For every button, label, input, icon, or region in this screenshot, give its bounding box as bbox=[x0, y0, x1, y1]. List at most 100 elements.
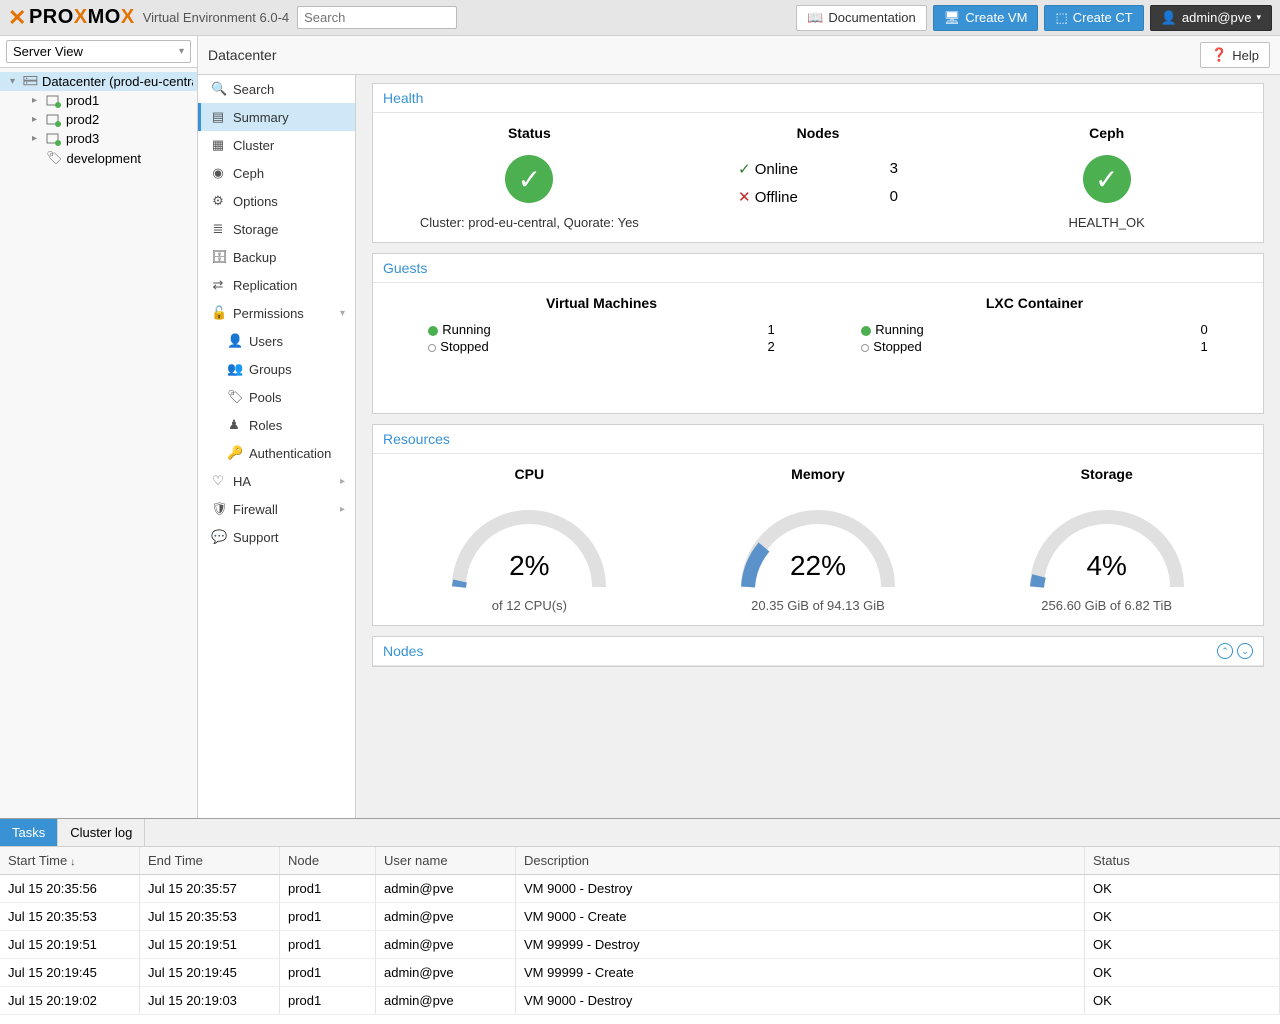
task-row[interactable]: Jul 15 20:35:53Jul 15 20:35:53prod1admin… bbox=[0, 903, 1280, 931]
menu-support[interactable]: 💬Support bbox=[198, 523, 355, 551]
col-node[interactable]: Node bbox=[280, 847, 376, 874]
tree-node-prod2[interactable]: ▸ prod2 bbox=[28, 110, 197, 129]
cell-desc: VM 9000 - Destroy bbox=[516, 875, 1085, 902]
menu-users[interactable]: 👤Users bbox=[214, 327, 355, 355]
server-icon bbox=[46, 132, 62, 146]
tab-tasks[interactable]: Tasks bbox=[0, 819, 58, 846]
lxc-running-count: 0 bbox=[1200, 322, 1207, 337]
server-icon bbox=[46, 113, 62, 127]
menu-options[interactable]: ⚙ Options bbox=[198, 187, 355, 215]
menu-label: Search bbox=[233, 82, 274, 97]
col-status[interactable]: Status bbox=[1085, 847, 1280, 874]
expand-icon[interactable]: ▸ bbox=[32, 114, 42, 125]
resource-storage: Storage 4% 256.60 GiB of 6.82 TiB bbox=[962, 466, 1251, 613]
cube-icon: ⬚ bbox=[1055, 10, 1067, 26]
menu-ceph[interactable]: ◉Ceph bbox=[198, 159, 355, 187]
cell-node: prod1 bbox=[280, 903, 376, 930]
memory-sub: 20.35 GiB of 94.13 GiB bbox=[674, 598, 963, 613]
panel-title-text: Nodes bbox=[383, 643, 423, 659]
down-icon[interactable]: ⌄ bbox=[1237, 643, 1253, 659]
create-ct-button[interactable]: ⬚ Create CT bbox=[1044, 5, 1143, 31]
menu-label: Permissions bbox=[233, 306, 304, 321]
menu-permissions[interactable]: 🔓Permissions▾ bbox=[198, 299, 355, 327]
expand-icon[interactable]: ▸ bbox=[32, 133, 42, 144]
health-ceph: Ceph ✓ HEALTH_OK bbox=[962, 125, 1251, 230]
vm-stopped-count: 2 bbox=[767, 339, 774, 354]
menu-label: Options bbox=[233, 194, 278, 209]
menu-cluster[interactable]: ▦Cluster bbox=[198, 131, 355, 159]
menu-firewall[interactable]: 🛡Firewall▸ bbox=[198, 495, 355, 523]
nodes-heading: Nodes bbox=[674, 125, 963, 141]
memory-heading: Memory bbox=[674, 466, 963, 482]
task-row[interactable]: Jul 15 20:19:51Jul 15 20:19:51prod1admin… bbox=[0, 931, 1280, 959]
tree-pool-development[interactable]: 🏷 development bbox=[28, 148, 197, 168]
ceph-heading: Ceph bbox=[962, 125, 1251, 141]
cell-node: prod1 bbox=[280, 959, 376, 986]
cell-user: admin@pve bbox=[376, 987, 516, 1014]
menu-label: Authentication bbox=[249, 446, 331, 461]
col-description[interactable]: Description bbox=[516, 847, 1085, 874]
tag-icon: 🏷 bbox=[46, 150, 63, 166]
menu-authentication[interactable]: 🔑 Authentication bbox=[214, 439, 355, 467]
x-icon: ✕ bbox=[738, 189, 751, 206]
expand-icon[interactable]: ▾ bbox=[10, 76, 19, 87]
panel-title: Guests bbox=[373, 254, 1263, 283]
tree-view-selector[interactable]: Server View ▾ bbox=[0, 36, 197, 68]
menu-label: Users bbox=[249, 334, 283, 349]
user-menu-button[interactable]: 👤 admin@pve ▾ bbox=[1150, 5, 1272, 31]
storage-heading: Storage bbox=[962, 466, 1251, 482]
up-icon[interactable]: ⌃ bbox=[1217, 643, 1233, 659]
tree-node-prod1[interactable]: ▸ prod1 bbox=[28, 91, 197, 110]
chevron-right-icon: ▸ bbox=[340, 476, 345, 487]
documentation-label: Documentation bbox=[828, 10, 915, 25]
documentation-button[interactable]: 📖 Documentation bbox=[796, 5, 927, 31]
tree-datacenter-label: Datacenter (prod-eu-central) bbox=[42, 74, 193, 89]
gear-icon: ⚙ bbox=[211, 193, 225, 209]
menu-label: Firewall bbox=[233, 502, 278, 517]
col-user[interactable]: User name bbox=[376, 847, 516, 874]
menu-storage[interactable]: ≣Storage bbox=[198, 215, 355, 243]
tree-datacenter[interactable]: ▾ Datacenter (prod-eu-central) bbox=[0, 72, 197, 91]
panel-title: Resources bbox=[373, 425, 1263, 454]
menu-pools[interactable]: 🏷Pools bbox=[214, 383, 355, 411]
cell-desc: VM 9000 - Destroy bbox=[516, 987, 1085, 1014]
menu-label: Backup bbox=[233, 250, 276, 265]
task-row[interactable]: Jul 15 20:19:02Jul 15 20:19:03prod1admin… bbox=[0, 987, 1280, 1015]
tab-cluster-log[interactable]: Cluster log bbox=[58, 819, 145, 846]
global-search[interactable] bbox=[297, 6, 457, 29]
cell-desc: VM 99999 - Create bbox=[516, 959, 1085, 986]
search-input[interactable] bbox=[297, 6, 457, 29]
server-icon bbox=[46, 94, 62, 108]
tree-nodes: ▸ prod1 ▸ prod2 ▸ prod3 🏷 devel bbox=[0, 91, 197, 168]
col-end-time[interactable]: End Time bbox=[140, 847, 280, 874]
menu-backup[interactable]: 🗄 Backup bbox=[198, 243, 355, 271]
chevron-down-icon: ▾ bbox=[179, 46, 184, 57]
menu-label: Pools bbox=[249, 390, 282, 405]
menu-ha[interactable]: ♡HA▸ bbox=[198, 467, 355, 495]
lxc-heading: LXC Container bbox=[818, 295, 1251, 311]
help-button[interactable]: ❓ Help bbox=[1200, 42, 1270, 68]
create-vm-label: Create VM bbox=[965, 10, 1027, 25]
cell-start: Jul 15 20:19:51 bbox=[0, 931, 140, 958]
shield-icon: 🛡 bbox=[211, 501, 225, 517]
menu-roles[interactable]: ♟Roles bbox=[214, 411, 355, 439]
vm-heading: Virtual Machines bbox=[385, 295, 818, 311]
storage-gauge: 4% bbox=[1017, 492, 1197, 592]
expand-icon[interactable]: ▸ bbox=[32, 95, 42, 106]
create-vm-button[interactable]: 🖥 Create VM bbox=[933, 5, 1039, 31]
dashboard[interactable]: Health Status ✓ Cluster: prod-eu-central… bbox=[356, 75, 1280, 818]
menu-summary[interactable]: ▤Summary bbox=[198, 103, 355, 131]
backup-icon: 🗄 bbox=[211, 249, 225, 265]
key-icon: 🔑 bbox=[227, 445, 241, 461]
col-start-time[interactable]: Start Time↓ bbox=[0, 847, 140, 874]
tree-node-prod3[interactable]: ▸ prod3 bbox=[28, 129, 197, 148]
grid-body[interactable]: Jul 15 20:35:56Jul 15 20:35:57prod1admin… bbox=[0, 875, 1280, 1024]
check-icon: ✓ bbox=[1083, 155, 1131, 203]
menu-groups[interactable]: 👥Groups bbox=[214, 355, 355, 383]
cluster-text: Cluster: prod-eu-central, Quorate: Yes bbox=[385, 215, 674, 230]
offline-count: 0 bbox=[890, 188, 898, 206]
task-row[interactable]: Jul 15 20:35:56Jul 15 20:35:57prod1admin… bbox=[0, 875, 1280, 903]
menu-replication[interactable]: ⇄Replication bbox=[198, 271, 355, 299]
task-row[interactable]: Jul 15 20:19:45Jul 15 20:19:45prod1admin… bbox=[0, 959, 1280, 987]
menu-search[interactable]: 🔍Search bbox=[198, 75, 355, 103]
